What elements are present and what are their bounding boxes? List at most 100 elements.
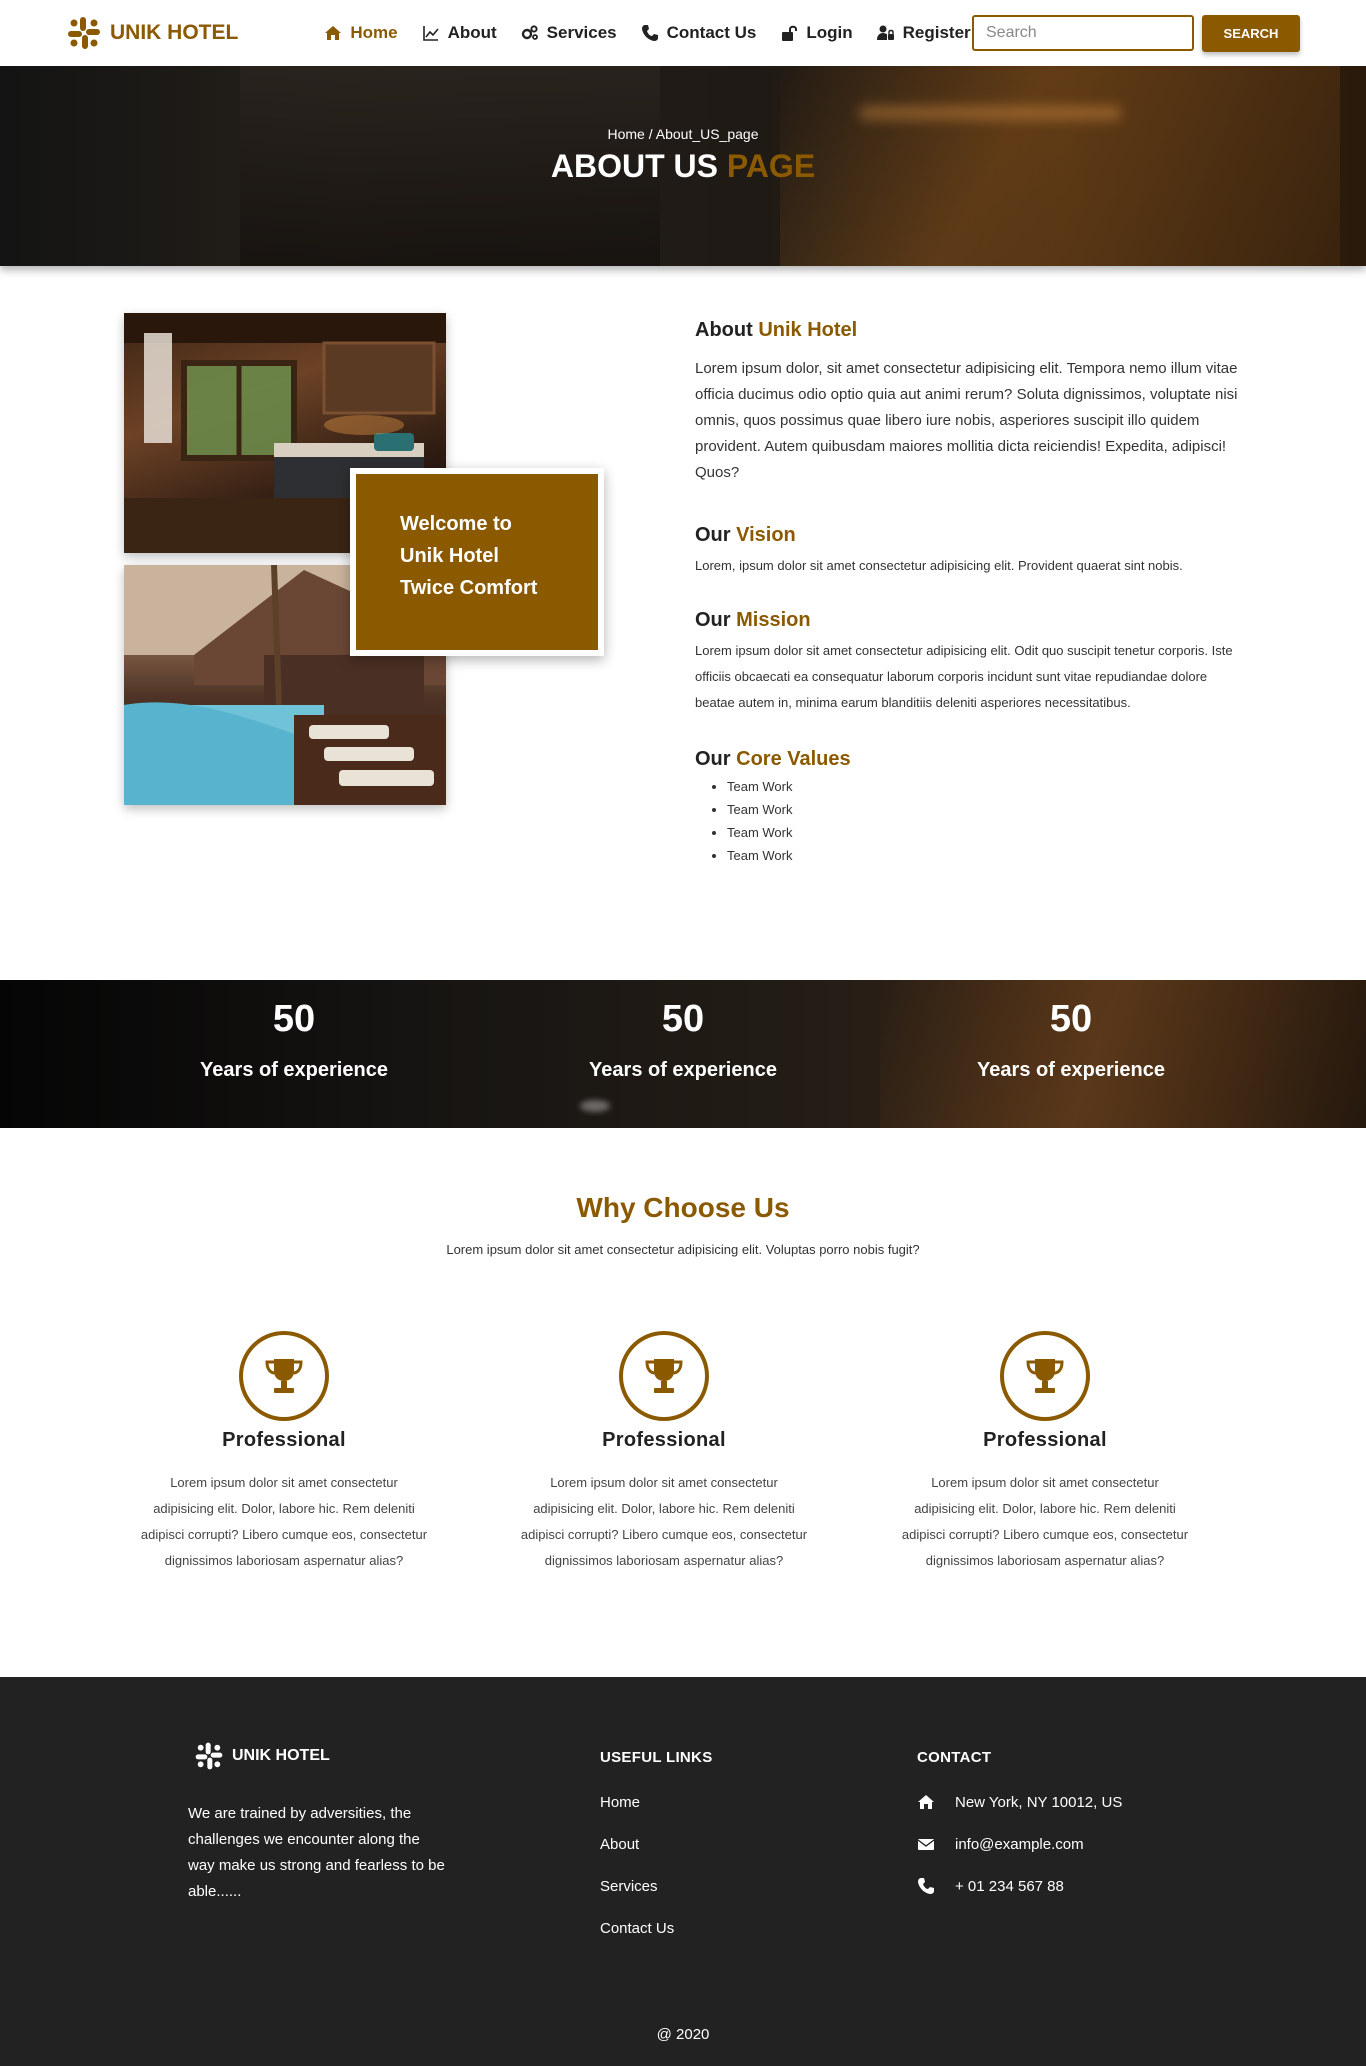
cogs-icon — [521, 25, 538, 40]
stats-background-lamp — [580, 1100, 610, 1112]
footer-brand-name: UNIK HOTEL — [232, 1747, 330, 1764]
about-paragraph: Lorem ipsum dolor, sit amet consectetur … — [695, 360, 1238, 481]
trophy-icon — [645, 1359, 683, 1393]
nav-services[interactable]: Services — [521, 23, 617, 43]
nav-services-label: Services — [546, 23, 617, 42]
mission-heading-prefix: Our — [695, 609, 731, 631]
footer: UNIK HOTEL We are trained by adversities… — [0, 1677, 1366, 2066]
hero-content: Home / About_US_page ABOUT US PAGE — [0, 126, 1366, 185]
footer-link-home[interactable]: Home — [600, 1781, 674, 1823]
nav-about[interactable]: About — [422, 23, 497, 43]
nav-login[interactable]: Login — [780, 23, 853, 43]
stat-number: 50 — [272, 998, 316, 1040]
slack-logo-icon — [68, 17, 100, 49]
nav-contact-label: Contact Us — [666, 23, 757, 42]
footer-link-contact[interactable]: Contact Us — [600, 1907, 674, 1949]
vision-heading: Our Vision — [695, 524, 1240, 547]
stat-item: 50 Years of experience — [533, 998, 833, 1082]
footer-link-about[interactable]: About — [600, 1823, 674, 1865]
trophy-icon — [265, 1359, 303, 1393]
about-section: Welcome to Unik Hotel Twice Comfort Abou… — [0, 266, 1366, 980]
feature-card: Professional Lorem ipsum dolor sit amet … — [895, 1331, 1195, 1574]
stat-item: 50 Years of experience — [144, 998, 444, 1082]
stat-label: Years of experience — [589, 1059, 777, 1081]
vision-heading-accent: Vision — [736, 524, 796, 546]
welcome-line-2: Unik Hotel — [400, 545, 499, 567]
phone-icon — [641, 25, 658, 41]
search-button[interactable]: SEARCH — [1202, 14, 1300, 52]
contact-heading: CONTACT — [917, 1749, 992, 1766]
breadcrumb: Home / About_US_page — [607, 126, 759, 142]
mission-heading: Our Mission — [695, 609, 1240, 632]
mission-heading-accent: Mission — [736, 609, 811, 631]
core-values-list: Team Work Team Work Team Work Team Work — [695, 775, 1240, 867]
contact-phone-text[interactable]: + 01 234 567 88 — [955, 1878, 1064, 1895]
footer-link-services[interactable]: Services — [600, 1865, 674, 1907]
nav-contact[interactable]: Contact Us — [641, 23, 757, 43]
contact-email: info@example.com — [917, 1823, 1122, 1865]
page-title-main: ABOUT US — [550, 148, 718, 184]
navbar: UNIK HOTEL Home About Services Contact U… — [0, 0, 1366, 66]
slack-logo-icon — [195, 1742, 223, 1770]
contact-phone: + 01 234 567 88 — [917, 1865, 1122, 1907]
footer-brand[interactable]: UNIK HOTEL — [194, 1741, 330, 1771]
values-heading-prefix: Our — [695, 748, 731, 770]
values-heading: Our Core Values — [695, 748, 1240, 771]
nav-home[interactable]: Home — [324, 23, 398, 43]
search-input[interactable] — [972, 15, 1194, 51]
stat-label: Years of experience — [977, 1059, 1165, 1081]
page-title-accent: PAGE — [726, 148, 816, 184]
feature-text: Lorem ipsum dolor sit amet consectetur a… — [520, 1475, 808, 1568]
mission-text: Lorem ipsum dolor sit amet consectetur a… — [695, 643, 1233, 710]
nav-menu: Home About Services Contact Us Login Reg… — [324, 23, 971, 43]
contact-address-text: New York, NY 10012, US — [955, 1793, 1123, 1811]
contact-list: New York, NY 10012, US info@example.com … — [917, 1781, 1122, 1907]
hero-background-light — [860, 106, 1120, 120]
useful-links-heading: USEFUL LINKS — [600, 1749, 713, 1766]
footer-about-text: We are trained by adversities, the chall… — [188, 1805, 445, 1900]
trophy-icon — [1026, 1359, 1064, 1393]
about-heading-main: About — [695, 319, 753, 341]
about-heading-accent: Unik Hotel — [758, 319, 858, 341]
stat-label: Years of experience — [200, 1059, 388, 1081]
about-text-column: About Unik Hotel Lorem ipsum dolor, sit … — [695, 319, 1240, 867]
home-icon — [918, 1795, 934, 1809]
nav-about-label: About — [447, 23, 497, 42]
feature-text: Lorem ipsum dolor sit amet consectetur a… — [140, 1475, 428, 1568]
feature-title: Professional — [983, 1429, 1107, 1451]
welcome-box: Welcome to Unik Hotel Twice Comfort — [350, 468, 604, 656]
welcome-line-3: Twice Comfort — [400, 577, 538, 599]
core-value-item: Team Work — [727, 775, 1240, 798]
copyright: @ 2020 — [656, 2026, 710, 2043]
brand-logo[interactable]: UNIK HOTEL — [66, 15, 238, 51]
why-title: Why Choose Us — [576, 1192, 790, 1223]
trophy-badge — [1000, 1331, 1090, 1421]
why-subtitle: Lorem ipsum dolor sit amet consectetur a… — [446, 1242, 920, 1257]
why-choose-us-section: Why Choose Us Lorem ipsum dolor sit amet… — [0, 1128, 1366, 1677]
trophy-badge — [239, 1331, 329, 1421]
nav-login-label: Login — [806, 23, 853, 42]
stat-number: 50 — [1049, 998, 1093, 1040]
page-title: ABOUT US PAGE — [0, 148, 1366, 185]
contact-email-text[interactable]: info@example.com — [955, 1836, 1084, 1853]
useful-links-list: Home About Services Contact Us — [600, 1781, 674, 1949]
user-lock-icon — [876, 25, 894, 40]
unlock-icon — [782, 25, 798, 41]
core-value-item: Team Work — [727, 798, 1240, 821]
feature-title: Professional — [222, 1429, 346, 1451]
core-value-item: Team Work — [727, 821, 1240, 844]
feature-text: Lorem ipsum dolor sit amet consectetur a… — [901, 1475, 1189, 1568]
welcome-line-1: Welcome to — [400, 513, 512, 535]
feature-title: Professional — [602, 1429, 726, 1451]
feature-card: Professional Lorem ipsum dolor sit amet … — [514, 1331, 814, 1574]
nav-home-label: Home — [350, 23, 398, 42]
stat-number: 50 — [661, 998, 705, 1040]
search-form: SEARCH — [972, 14, 1300, 52]
values-heading-accent: Core Values — [736, 748, 851, 770]
trophy-badge — [619, 1331, 709, 1421]
nav-register[interactable]: Register — [876, 23, 971, 43]
nav-register-label: Register — [902, 23, 971, 42]
vision-heading-prefix: Our — [695, 524, 731, 546]
phone-icon — [918, 1878, 934, 1894]
contact-address: New York, NY 10012, US — [917, 1781, 1122, 1823]
